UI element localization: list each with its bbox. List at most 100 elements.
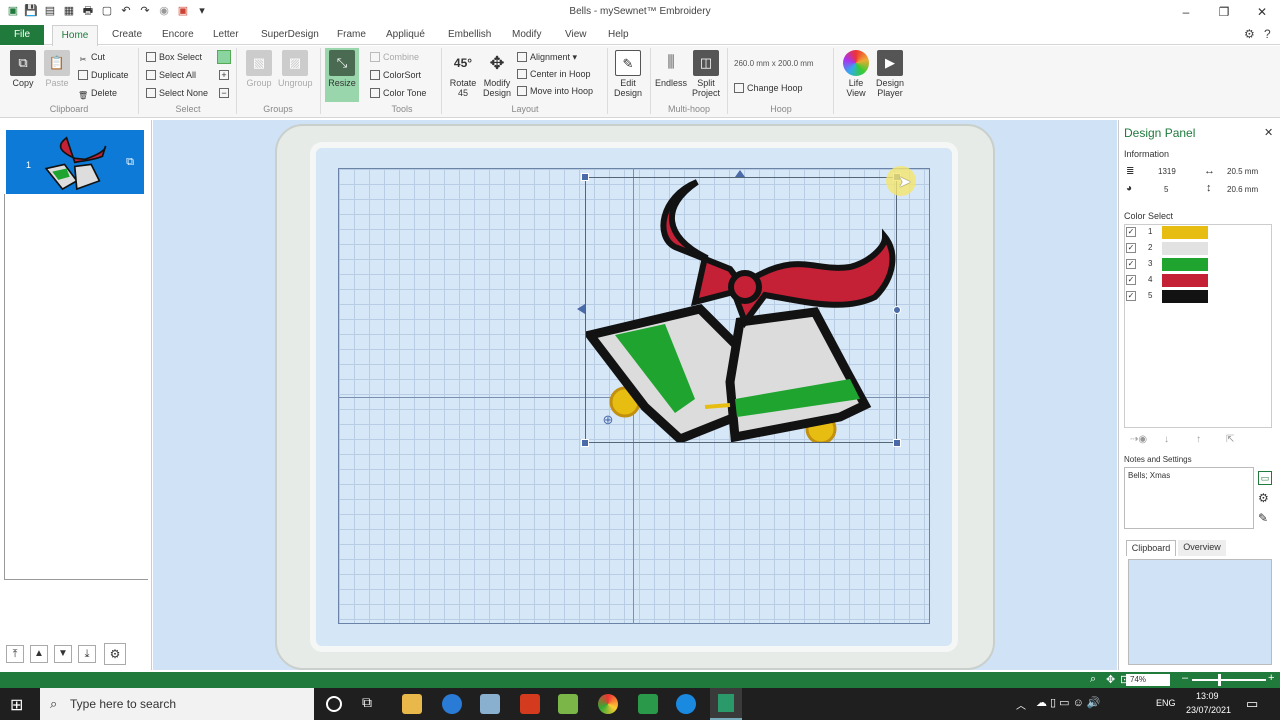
color-down-icon[interactable]: ↓ [1164, 434, 1169, 445]
life-view-button[interactable]: Life View [839, 50, 873, 98]
resize-handle-tl[interactable] [581, 173, 589, 181]
notes-edit-icon[interactable]: ✎ [1258, 511, 1268, 525]
cortana-icon[interactable] [326, 696, 342, 712]
photos-icon[interactable] [558, 694, 578, 714]
color-action-icon[interactable]: ⇢◉ [1130, 434, 1147, 445]
panel-close-icon[interactable]: ✕ [1264, 126, 1273, 139]
windows-start-icon[interactable]: ⊞ [10, 695, 23, 715]
tab-embellish[interactable]: Embellish [448, 29, 491, 40]
tab-superdesign[interactable]: SuperDesign [261, 29, 319, 40]
resize-handle-bl[interactable] [581, 439, 589, 447]
ie-icon[interactable] [442, 694, 462, 714]
ungroup-button[interactable]: ▨ Ungroup [278, 50, 313, 88]
zoom-slider-thumb[interactable] [1218, 674, 1221, 686]
notes-textarea[interactable]: Bells; Xmas [1124, 467, 1254, 529]
group-button[interactable]: ▧ Group [242, 50, 276, 88]
acrobat-icon[interactable] [520, 694, 540, 714]
color-swatch-4[interactable] [1162, 274, 1208, 287]
help-icon[interactable]: ? [1264, 27, 1271, 41]
tab-home[interactable]: Home [52, 25, 98, 46]
move-up-icon[interactable]: ▲ [30, 645, 48, 663]
color-swatch-2[interactable] [1162, 242, 1208, 255]
minimize-button[interactable]: – [1168, 0, 1204, 24]
tab-encore[interactable]: Encore [162, 29, 194, 40]
remove-select-icon[interactable]: − [219, 88, 229, 98]
tab-help[interactable]: Help [608, 29, 629, 40]
taskbar-search[interactable]: ⌕ Type here to search [40, 688, 314, 720]
color-tone-button[interactable]: Color Tone [370, 88, 426, 98]
paste-button[interactable]: 📋 Paste [40, 50, 74, 88]
tray-icons[interactable]: ☁ ▯ ▭ ☺ 🔊 [1036, 696, 1101, 709]
rotate-45-button[interactable]: 45° Rotate 45 [446, 50, 480, 98]
design-settings-icon[interactable]: ⚙ [104, 643, 126, 665]
zoom-out-icon[interactable]: – [1182, 672, 1188, 684]
color-swatch-3[interactable] [1162, 258, 1208, 271]
resize-handle-right[interactable] [893, 306, 901, 314]
colorsort-button[interactable]: ColorSort [370, 70, 421, 80]
tab-create[interactable]: Create [112, 29, 142, 40]
color-swatch-5[interactable] [1162, 290, 1208, 303]
color-checkbox-3[interactable]: ✓ [1126, 259, 1136, 269]
notes-settings-icon[interactable]: ⚙ [1258, 491, 1269, 505]
box-select-button[interactable]: Box Select [146, 52, 202, 62]
design-player-button[interactable]: ▶ Design Player [873, 50, 907, 98]
endless-button[interactable]: ⫼ Endless [654, 50, 688, 88]
language-indicator[interactable]: ENG [1156, 698, 1176, 708]
select-none-button[interactable]: Select None [146, 88, 208, 98]
file-menu[interactable]: File [0, 25, 44, 45]
add-select-icon[interactable]: + [219, 70, 229, 80]
delete-button[interactable]: 🗑 Delete [78, 88, 117, 102]
color-checkbox-2[interactable]: ✓ [1126, 243, 1136, 253]
zoom-fit-icon[interactable]: ⌕ [1090, 673, 1096, 686]
select-mode-toggle[interactable] [217, 50, 231, 64]
zoom-select[interactable]: 74% [1126, 674, 1170, 686]
design-thumbnail[interactable]: 1 ⧉ [6, 130, 144, 194]
design-options-icon[interactable]: ⧉ [126, 156, 134, 169]
color-swatch-1[interactable] [1162, 226, 1208, 239]
edit-design-button[interactable]: ✎ Edit Design [611, 50, 645, 98]
notes-comment-icon[interactable]: ▭ [1258, 471, 1272, 485]
selection-box[interactable] [585, 177, 897, 443]
tab-view[interactable]: View [565, 29, 587, 40]
clock-date[interactable]: 23/07/2021 [1186, 705, 1231, 715]
tab-overview[interactable]: Overview [1178, 540, 1226, 556]
chrome-icon[interactable] [598, 694, 618, 714]
split-project-button[interactable]: ◫ Split Project [689, 50, 723, 98]
resize-arrow-left[interactable] [577, 304, 585, 314]
file-explorer-icon[interactable] [402, 694, 422, 714]
notifications-icon[interactable]: ▭ [1246, 696, 1258, 712]
center-in-hoop-button[interactable]: Center in Hoop [517, 69, 591, 79]
color-checkbox-4[interactable]: ✓ [1126, 275, 1136, 285]
cut-button[interactable]: ✂ Cut [78, 52, 105, 66]
color-up-icon[interactable]: ↑ [1196, 434, 1201, 445]
edge-icon[interactable] [676, 694, 696, 714]
active-app-tab[interactable] [710, 688, 742, 720]
duplicate-button[interactable]: Duplicate [78, 70, 129, 80]
resize-button[interactable]: ⤡ Resize [325, 50, 359, 88]
tab-letter[interactable]: Letter [213, 29, 239, 40]
move-handle-icon[interactable]: ⊕ [601, 413, 615, 427]
modify-design-button[interactable]: ✥ Modify Design [480, 50, 514, 98]
app-icon[interactable] [480, 694, 500, 714]
settings-icon[interactable]: ⚙ [1244, 27, 1255, 41]
move-down-icon[interactable]: ▼ [54, 645, 72, 663]
tab-applique[interactable]: Appliqué [386, 29, 425, 40]
move-to-bottom-icon[interactable]: ⤓ [78, 645, 96, 663]
tray-chevron-icon[interactable]: ︿ [1016, 697, 1026, 712]
color-merge-icon[interactable]: ⇱ [1226, 434, 1234, 445]
task-view-icon[interactable]: ⧉ [362, 694, 372, 711]
copy-button[interactable]: ⧉ Copy [6, 50, 40, 88]
close-button[interactable]: ✕ [1244, 0, 1280, 24]
resize-handle-br[interactable] [893, 439, 901, 447]
combine-button[interactable]: Combine [370, 52, 419, 62]
move-into-hoop-button[interactable]: Move into Hoop [517, 86, 593, 96]
zoom-in-icon[interactable]: + [1268, 672, 1274, 684]
tab-frame[interactable]: Frame [337, 29, 366, 40]
embroidery-app-icon[interactable] [638, 694, 658, 714]
zoom-hoop-icon[interactable]: ✥ [1106, 673, 1115, 686]
tab-clipboard[interactable]: Clipboard [1126, 540, 1176, 556]
color-checkbox-1[interactable]: ✓ [1126, 227, 1136, 237]
move-to-top-icon[interactable]: ⤒ [6, 645, 24, 663]
zoom-slider-track[interactable] [1192, 679, 1266, 681]
tab-modify[interactable]: Modify [512, 29, 541, 40]
